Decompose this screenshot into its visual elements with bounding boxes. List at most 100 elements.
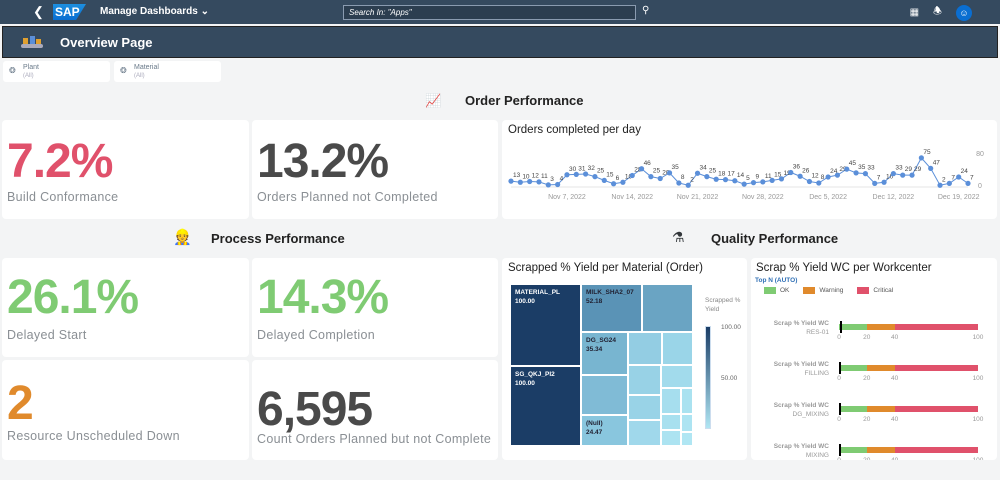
treemap-cell[interactable]	[661, 365, 693, 388]
data-point[interactable]	[788, 169, 794, 176]
data-point[interactable]	[732, 178, 738, 184]
data-point[interactable]	[508, 178, 514, 184]
data-point[interactable]	[685, 182, 691, 188]
treemap-cell[interactable]: (Null) 24.47	[581, 415, 628, 446]
filter-plant[interactable]: ❂ Plant (All)	[3, 61, 110, 82]
data-point[interactable]	[517, 179, 523, 185]
data-point[interactable]	[648, 174, 654, 180]
data-point[interactable]	[704, 174, 710, 180]
bullet-row[interactable]: Scrap % Yield WC DG_MIXING 0 20 40 100	[751, 402, 997, 432]
data-point[interactable]	[610, 181, 617, 187]
data-label: 8	[821, 174, 825, 181]
data-point[interactable]	[741, 181, 747, 187]
treemap-cell[interactable]	[628, 395, 661, 420]
data-point[interactable]	[816, 180, 822, 186]
orders-completed-card[interactable]: Orders completed per day 13 10 12 11 3 4 30 31 3…	[502, 120, 997, 219]
app-title-menu[interactable]: Manage Dashboards ⌄	[100, 6, 209, 17]
kpi-orders-planned-not-completed[interactable]: 13.2% Orders Planned not Completed	[252, 120, 498, 219]
insights-icon[interactable]: ▦	[910, 7, 919, 18]
data-point[interactable]	[629, 172, 635, 179]
data-point[interactable]	[890, 171, 896, 177]
data-point[interactable]	[601, 177, 607, 183]
treemap-cell[interactable]	[661, 388, 681, 414]
data-point[interactable]	[527, 178, 533, 185]
data-point[interactable]	[676, 180, 682, 186]
data-point[interactable]	[928, 165, 934, 171]
data-point[interactable]	[536, 179, 542, 185]
data-point[interactable]	[760, 179, 766, 185]
treemap-cell[interactable]	[628, 365, 661, 395]
range-warning	[866, 406, 895, 412]
top-n-link[interactable]: Top N (AUTO)	[755, 277, 797, 284]
data-point[interactable]	[946, 180, 952, 186]
treemap-cell[interactable]	[681, 414, 693, 432]
row-measure: Scrap % Yield WC	[773, 443, 829, 450]
data-point[interactable]	[797, 173, 803, 179]
chevron-left-icon[interactable]: ❮	[33, 4, 44, 20]
kpi-build-conformance[interactable]: 7.2% Build Conformance	[2, 120, 249, 219]
treemap-cell[interactable]	[661, 430, 681, 446]
data-point[interactable]	[620, 179, 626, 185]
data-point[interactable]	[881, 179, 887, 185]
sap-logo[interactable]: SAP	[53, 4, 86, 20]
data-point[interactable]	[844, 166, 850, 172]
data-point[interactable]	[573, 171, 579, 177]
data-point[interactable]	[750, 180, 757, 186]
bullet-chart-card[interactable]: Scrap % Yield WC per Workcenter Top N (A…	[751, 258, 997, 460]
data-point[interactable]	[583, 171, 589, 177]
bullet-row[interactable]: Scrap % Yield WC RES-01 0 20 40 100	[751, 320, 997, 350]
treemap-cell[interactable]	[681, 388, 693, 414]
data-label: 2	[942, 176, 946, 183]
kpi-count-orders[interactable]: 6,595 Count Orders Planned but not Compl…	[252, 360, 498, 460]
data-point[interactable]	[900, 172, 906, 178]
data-point[interactable]	[564, 172, 570, 178]
data-point[interactable]	[918, 155, 924, 161]
bullet-row[interactable]: Scrap % Yield WC MIXING 0 20 40 100	[751, 443, 997, 460]
kpi-resource-unscheduled-down[interactable]: 2 Resource Unscheduled Down	[2, 360, 249, 460]
treemap-cell[interactable]	[642, 284, 693, 332]
treemap-cell[interactable]: SG_QKJ_PI2 100.00	[510, 366, 581, 446]
treemap-cell[interactable]	[681, 432, 693, 446]
data-point[interactable]	[555, 181, 561, 188]
data-point[interactable]	[909, 172, 915, 178]
data-point[interactable]	[965, 180, 971, 186]
search-icon[interactable]: ⚲	[642, 5, 649, 16]
treemap-cell[interactable]	[628, 332, 662, 365]
data-point[interactable]	[937, 182, 943, 188]
kpi-label: Resource Unscheduled Down	[7, 429, 180, 443]
data-point[interactable]	[862, 171, 869, 177]
user-avatar-icon[interactable]: ☺	[956, 4, 972, 21]
data-point[interactable]	[769, 177, 775, 183]
data-point[interactable]	[545, 182, 551, 188]
treemap-cell[interactable]: DG_SG24 35.34	[581, 332, 628, 375]
data-point[interactable]	[592, 174, 598, 180]
data-point[interactable]	[657, 175, 663, 182]
data-point[interactable]	[956, 174, 962, 180]
treemap-cell[interactable]	[662, 332, 693, 365]
data-point[interactable]	[666, 170, 673, 176]
data-point[interactable]	[834, 172, 841, 178]
treemap-cell[interactable]: MILK_SHA2_07 52.18	[581, 284, 642, 332]
data-point[interactable]	[806, 178, 813, 185]
treemap-cell[interactable]	[661, 414, 681, 430]
data-point[interactable]	[722, 177, 729, 183]
treemap-cell[interactable]	[628, 420, 661, 446]
bullet-row[interactable]: Scrap % Yield WC FILLING 0 20 40 100	[751, 361, 997, 391]
kpi-label: Build Conformance	[7, 190, 119, 204]
treemap-card[interactable]: Scrapped % Yield per Material (Order) MA…	[502, 258, 747, 460]
data-point[interactable]	[825, 174, 831, 180]
data-point[interactable]	[638, 166, 645, 172]
data-point[interactable]	[872, 180, 878, 186]
treemap-cell[interactable]: MATERIAL_PL 100.00	[510, 284, 581, 366]
kpi-delayed-start[interactable]: 26.1% Delayed Start	[2, 258, 249, 357]
data-point[interactable]	[853, 170, 859, 176]
data-label: 3	[550, 176, 554, 183]
kpi-delayed-completion[interactable]: 14.3% Delayed Completion	[252, 258, 498, 357]
data-point[interactable]	[694, 170, 701, 176]
search-input[interactable]: Search In: "Apps"	[343, 5, 636, 20]
filter-material[interactable]: ❂ Material (All)	[114, 61, 221, 82]
bell-icon[interactable]: 🕭	[933, 4, 942, 21]
treemap-cell[interactable]	[581, 375, 628, 415]
data-point[interactable]	[713, 176, 719, 182]
data-point[interactable]	[778, 176, 785, 182]
